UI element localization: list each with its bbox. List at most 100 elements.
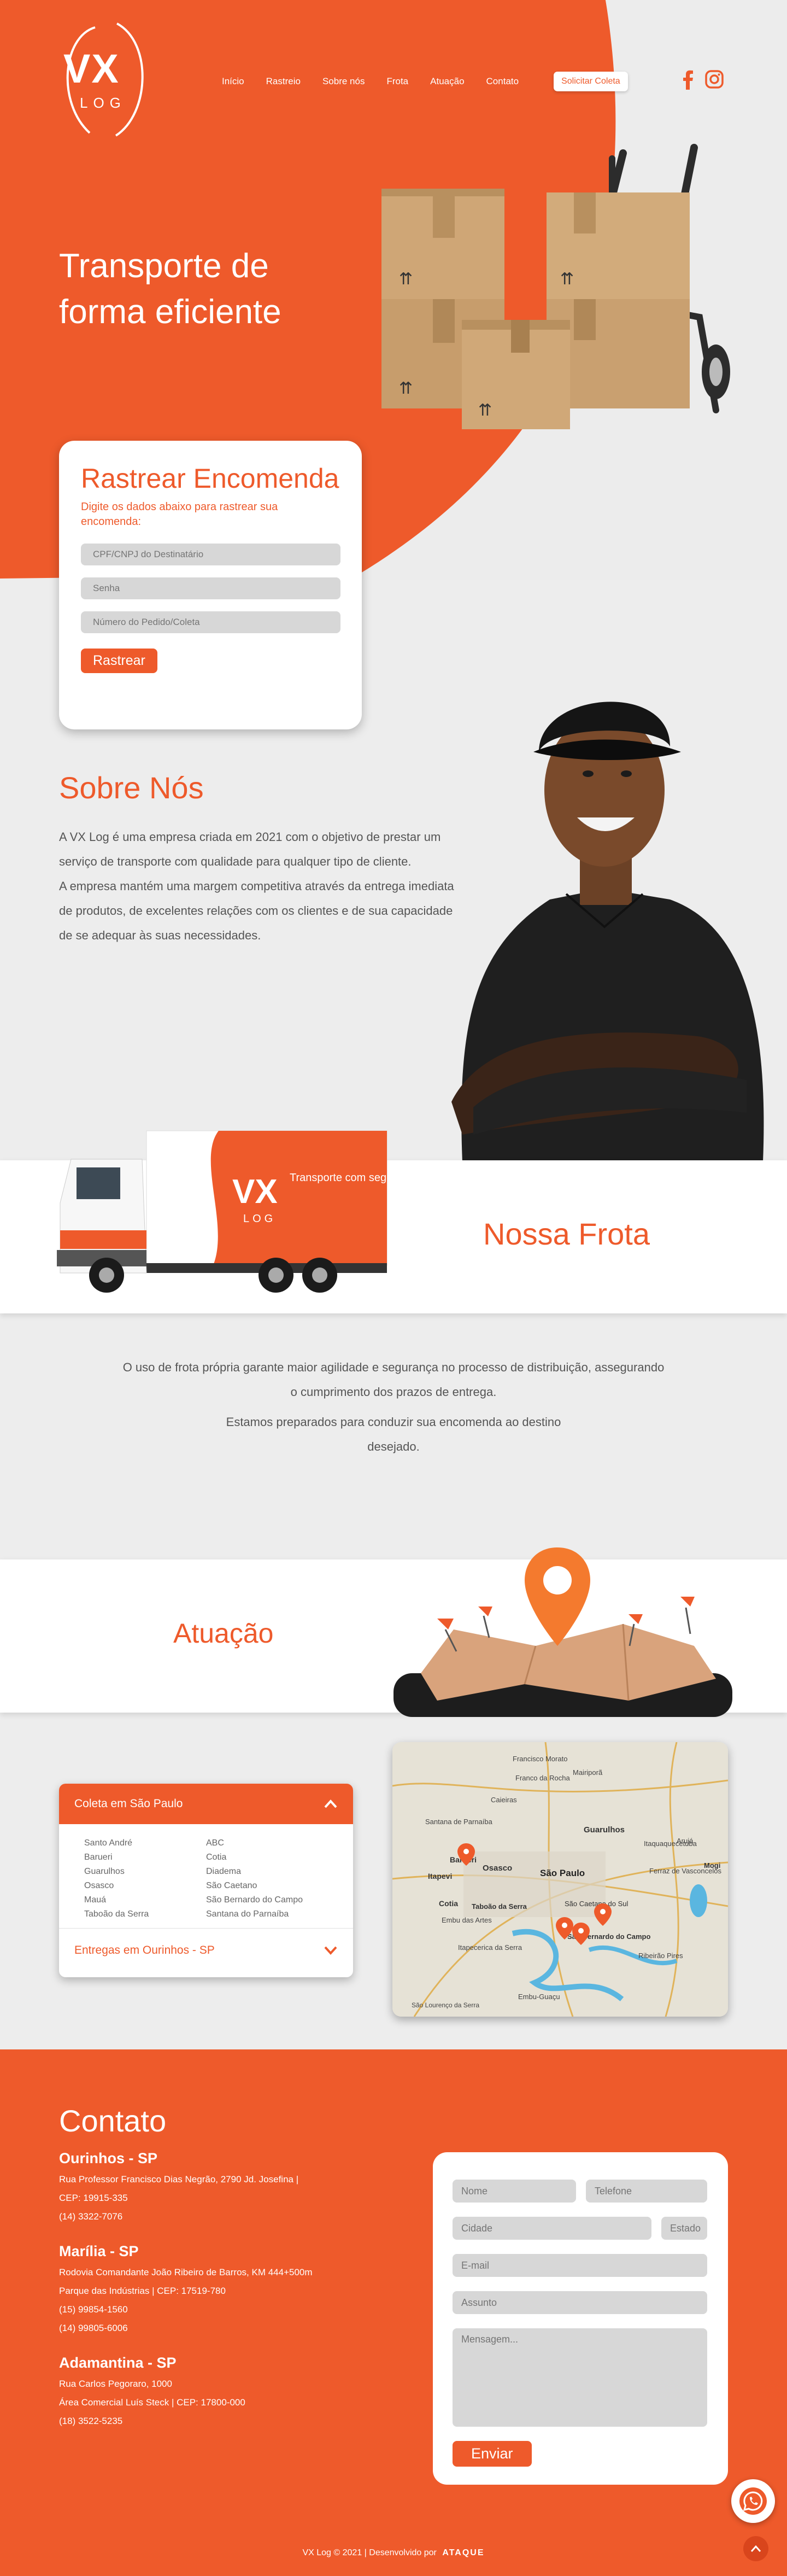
city-item: São Bernardo do Campo [206,1895,303,1905]
office-cep: Parque das Indústrias | CEP: 17519-780 [59,2286,226,2296]
city-item: Santo André [84,1838,133,1848]
solicitar-coleta-button[interactable]: Solicitar Coleta [554,72,628,91]
phone-field[interactable] [586,2180,707,2203]
accordion-header-ourinhos[interactable]: Entregas em Ourinhos - SP [59,1928,353,1972]
state-field[interactable] [661,2217,707,2240]
city-item: Osasco [84,1881,114,1890]
office-phone[interactable]: (15) 99854-1560 [59,2300,313,2319]
svg-text:⇈: ⇈ [478,401,492,420]
about-paragraph-1: A VX Log é uma empresa criada em 2021 co… [59,830,441,868]
social-links [682,70,724,90]
facebook-icon[interactable] [682,70,694,90]
office-phone[interactable]: (18) 3522-5235 [59,2412,245,2431]
city-item: Santana do Parnaíba [206,1909,289,1919]
logo-subtext: LOG [80,95,126,111]
map-label: Franco da Rocha [515,1774,570,1782]
send-button[interactable]: Enviar [453,2441,532,2467]
office-address: Rua Carlos Pegoraro, 1000 [59,2379,172,2389]
map-label: Caieiras [491,1796,517,1804]
city-item: Taboão da Serra [84,1909,149,1919]
footer: VX Log © 2021 | Desenvolvido por ATAQUE [0,2548,787,2558]
subject-field[interactable] [453,2291,707,2314]
city-item: Diadema [206,1867,242,1876]
office-city: Adamantina - SP [59,2355,177,2371]
main-nav: Início Rastreio Sobre nós Frota Atuação … [222,72,650,91]
contact-title: Contato [59,2104,167,2138]
truck-image: VX LOG Transporte com segurança [57,1130,393,1293]
svg-text:⇈: ⇈ [560,270,574,289]
office-cep: Área Comercial Luís Steck | CEP: 17800-0… [59,2397,245,2408]
nav-contato[interactable]: Contato [486,76,519,87]
chevron-up-icon [324,1800,337,1808]
map-label: Francisco Morato [513,1755,567,1763]
tracking-card: Rastrear Encomenda Digite os dados abaix… [59,441,362,729]
accordion-title-ourinhos: Entregas em Ourinhos - SP [74,1943,215,1956]
track-button[interactable]: Rastrear [81,649,157,673]
coverage-accordion: Coleta em São Paulo Santo André Barueri … [59,1784,353,1977]
back-to-top-button[interactable] [743,2536,768,2561]
instagram-icon[interactable] [705,70,724,89]
office-adamantina: Adamantina - SP Rua Carlos Pegoraro, 100… [59,2355,245,2431]
city-map[interactable]: Francisco Morato Franco da Rocha Caieira… [392,1742,728,2017]
office-cep: CEP: 19915-335 [59,2193,128,2203]
city-item: Mauá [84,1895,107,1905]
chevron-up-icon [750,2545,761,2552]
office-ourinhos: Ourinhos - SP Rua Professor Francisco Di… [59,2150,298,2226]
about-paragraph-2: A empresa mantém uma margem competitiva … [59,879,454,942]
map-label: Mogi [704,1861,720,1870]
map-pin-illustration [393,1547,732,1717]
nav-frota[interactable]: Frota [386,76,408,87]
city-item: Barueri [84,1853,113,1862]
truck-slogan: Transporte com segurança [290,1172,393,1184]
city-item: ABC [206,1838,224,1848]
order-number-field[interactable] [81,611,340,633]
svg-text:⇈: ⇈ [399,270,413,289]
name-field[interactable] [453,2180,576,2203]
footer-dev-logo[interactable]: ATAQUE [442,2548,484,2557]
map-label: Itapevi [428,1872,452,1880]
map-label: Itapecerica da Serra [458,1943,522,1952]
logo[interactable]: VX LOG [57,21,150,141]
nav-rastreio[interactable]: Rastreio [266,76,301,87]
accordion-body-coleta: Santo André Barueri Guarulhos Osasco Mau… [59,1824,353,1923]
city-item: Guarulhos [84,1867,125,1876]
about-title: Sobre Nós [59,770,204,805]
accordion-header-coleta[interactable]: Coleta em São Paulo [59,1784,353,1824]
nav-atuacao[interactable]: Atuação [430,76,464,87]
contact-form: Enviar [433,2152,728,2485]
office-phone[interactable]: (14) 99805-6006 [59,2319,313,2338]
message-field[interactable] [453,2328,707,2427]
password-field[interactable] [81,577,340,599]
map-label: Mairiporã [573,1768,603,1777]
boxes-hand-truck-image: ⇈ ⇈ ⇈ ⇈ [381,144,730,429]
fleet-paragraph-1: O uso de frota própria garante maior agi… [122,1360,665,1399]
hero-title: Transporte de forma eficiente [59,247,281,331]
svg-text:⇈: ⇈ [399,379,413,398]
tracking-title: Rastrear Encomenda [81,463,339,494]
city-item: São Caetano [206,1881,257,1890]
map-label: Santana de Parnaíba [425,1818,493,1826]
office-address: Rodovia Comandante João Ribeiro de Barro… [59,2267,313,2277]
map-label: Embu-Guaçu [518,1993,560,2001]
map-label: São Lourenço da Serra [412,2001,479,2009]
truck-logo-subtext: LOG [243,1213,276,1225]
email-field[interactable] [453,2254,707,2277]
footer-text: VX Log © 2021 | Desenvolvido por [302,2548,437,2557]
map-label: Guarulhos [584,1825,625,1835]
accordion-title-coleta: Coleta em São Paulo [74,1797,183,1810]
office-phone[interactable]: (14) 3322-7076 [59,2207,298,2226]
truck-logo-text: VX [232,1173,278,1211]
whatsapp-button[interactable] [731,2479,775,2523]
map-label: São Paulo [540,1868,585,1878]
cpf-cnpj-field[interactable] [81,544,340,565]
map-label: Itaquaquecetuba [644,1839,697,1848]
chevron-down-icon [324,1946,337,1955]
whatsapp-icon [739,2487,767,2515]
nav-inicio[interactable]: Início [222,76,244,87]
office-city: Ourinhos - SP [59,2150,158,2166]
nav-sobre[interactable]: Sobre nós [322,76,365,87]
map-label: Osasco [483,1864,512,1873]
logo-text: VX [63,46,120,91]
coverage-title: Atuação [173,1618,274,1649]
city-field[interactable] [453,2217,651,2240]
